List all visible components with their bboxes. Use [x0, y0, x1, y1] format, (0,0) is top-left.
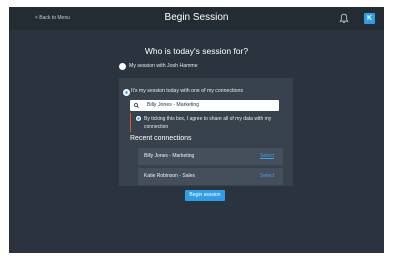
- connection-session-panel: It's my session today with one of my con…: [119, 78, 293, 186]
- search-value: Billy Jones - Marketing: [147, 102, 200, 108]
- radio-connection-session[interactable]: [123, 89, 130, 96]
- session-question: Who is today's session for?: [144, 46, 249, 56]
- list-item: Billy Jones - Marketing Select: [138, 148, 283, 165]
- radio-self-session[interactable]: [119, 63, 126, 70]
- page-title: Begin Session: [164, 12, 229, 23]
- consent-text: By ticking this box, I agree to share al…: [144, 116, 272, 130]
- top-bar: < Back to Menu Begin Session K: [9, 7, 384, 30]
- list-item: Katie Robinson - Sales Select: [138, 168, 283, 185]
- option-self-session-label: My session with Josh Hamme: [129, 63, 198, 69]
- connection-name: Billy Jones - Marketing: [144, 153, 195, 159]
- select-connection-link[interactable]: Select: [260, 153, 274, 160]
- avatar[interactable]: K: [364, 13, 375, 24]
- search-icon: [134, 103, 139, 108]
- recent-connections-heading: Recent connections: [130, 135, 192, 142]
- consent-checkbox[interactable]: [136, 116, 141, 121]
- connection-search-input[interactable]: Billy Jones - Marketing: [130, 100, 279, 111]
- option-connection-session-label: It's my session today with one of my con…: [131, 88, 243, 94]
- connection-name: Katie Robinson - Sales: [144, 173, 195, 179]
- consent-accent-bar: [130, 113, 131, 132]
- app-window: < Back to Menu Begin Session K Who is to…: [9, 7, 384, 253]
- select-connection-link[interactable]: Select: [260, 173, 274, 180]
- bell-icon[interactable]: [339, 13, 349, 24]
- begin-session-button[interactable]: Begin session: [185, 190, 225, 201]
